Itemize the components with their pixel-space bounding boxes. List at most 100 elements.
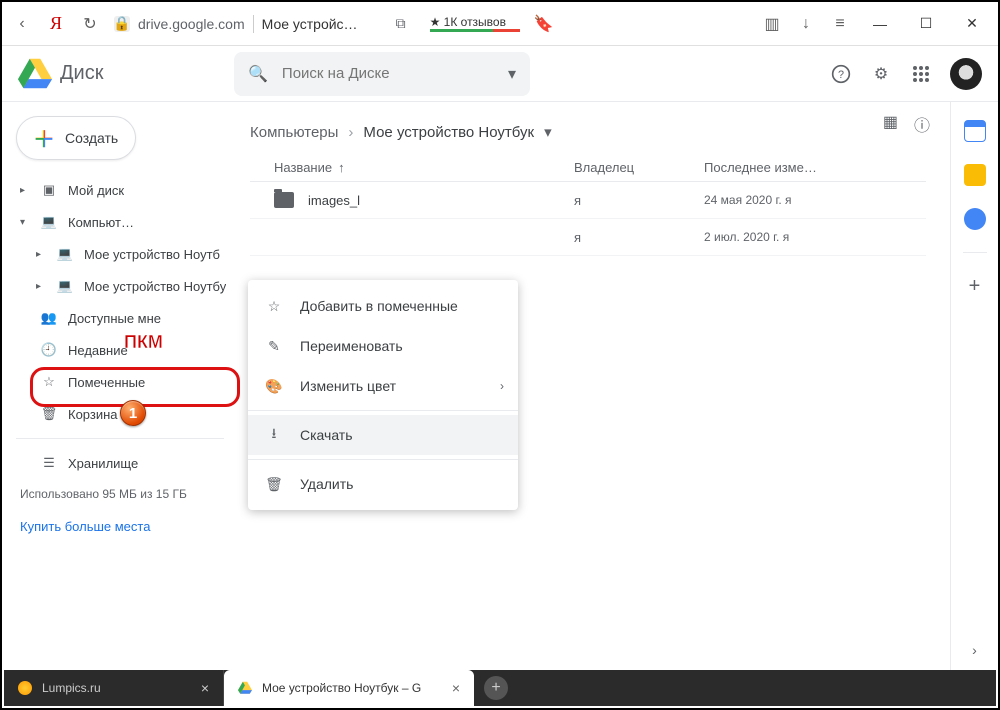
browser-tab-2[interactable]: Мое устройство Ноутбук – G × [224,670,474,706]
lock-icon: 🔒 [114,16,130,32]
row-name: images_l [308,193,574,208]
nav-starred[interactable]: ▸ ☆ Помеченные [2,366,238,398]
nav-shared[interactable]: ▸ 👥 Доступные мне [2,302,238,334]
downloads-icon[interactable]: ↓ [796,14,816,34]
create-button[interactable]: ＋ Создать [16,116,136,160]
back-icon[interactable]: ‹ [12,14,32,34]
new-tab-button[interactable]: + [484,676,508,700]
address-bar[interactable]: 🔒 drive.google.com Мое устройс… ⧉ [114,15,406,33]
folder-icon [274,192,294,208]
trash-icon: 🗑 [264,474,284,494]
laptop-icon: 💻 [56,277,74,295]
svg-text:?: ? [838,69,844,81]
drive-header: Диск 🔍 ▾ ? ⚙ [2,46,998,102]
shared-icon: 👥 [40,309,58,327]
extensions-icon[interactable]: ▥ [762,14,782,34]
window-minimize[interactable]: — [864,16,896,32]
row-owner: я [574,193,704,208]
browser-tab-bar: Lumpics.ru × Мое устройство Ноутбук – G … [4,670,996,706]
url-domain: drive.google.com [138,16,245,32]
breadcrumb-current[interactable]: Мое устройство Ноутбук [363,124,534,141]
create-label: Создать [65,130,118,146]
nav-storage[interactable]: ▸ ☰ Хранилище [2,447,238,479]
favicon-icon [18,681,32,695]
browser-toolbar: ‹ Я ↻ 🔒 drive.google.com Мое устройс… ⧉ … [2,2,998,46]
nav-my-drive[interactable]: ▸ ▣ Мой диск [2,174,238,206]
menu-download[interactable]: ⭳ Скачать [248,415,518,455]
help-icon[interactable]: ? [830,63,852,85]
search-options-icon[interactable]: ▾ [508,64,516,84]
storage-icon: ☰ [40,454,58,472]
drive-triangle-icon [18,57,52,91]
breadcrumb-dropdown-icon[interactable]: ▾ [544,123,552,141]
bookmark-icon[interactable]: 🔖 [534,14,554,34]
plus-icon: ＋ [33,122,55,154]
collapse-panel-icon[interactable]: › [972,642,977,658]
star-icon: ☆ [40,373,58,391]
column-name[interactable]: Название ↑ [274,160,574,175]
search-bar[interactable]: 🔍 ▾ [234,52,530,96]
close-tab-icon[interactable]: × [201,680,209,696]
menu-change-color[interactable]: 🎨 Изменить цвет › [248,366,518,406]
sidebar-divider [16,438,224,439]
computers-icon: 💻 [40,213,58,231]
annotation-pkm: ПКМ [124,332,163,353]
chevron-down-icon: ▾ [20,217,30,228]
nav-computers[interactable]: ▾ 💻 Компьют… [2,206,238,238]
storage-usage-text: Использовано 95 МБ из 15 ГБ [2,479,238,509]
palette-icon: 🎨 [264,376,284,396]
rating-bar [430,29,520,32]
pencil-icon: ✎ [264,336,284,356]
menu-icon[interactable]: ≡ [830,14,850,34]
nav-device-2[interactable]: ▸ 💻 Мое устройство Ноутбу [2,270,238,302]
column-modified[interactable]: Последнее изме… [704,160,926,175]
add-addon-icon[interactable]: + [969,275,981,298]
chevron-right-icon: › [348,124,353,141]
window-close[interactable]: ✕ [956,15,988,32]
clock-icon: 🕘 [40,341,58,359]
tasks-addon-icon[interactable] [964,208,986,230]
chevron-right-icon: ▸ [20,185,30,196]
tab-title: Lumpics.ru [42,681,101,695]
keep-addon-icon[interactable] [964,164,986,186]
search-icon: 🔍 [248,64,268,84]
annotation-badge-1: 1 [120,400,146,426]
sort-asc-icon: ↑ [338,160,345,175]
row-owner: я [574,230,704,245]
menu-add-starred[interactable]: ☆ Добавить в помеченные [248,286,518,326]
grid-view-icon[interactable]: ▦ [883,112,898,136]
account-avatar[interactable] [950,58,982,90]
chevron-right-icon: ▸ [36,249,46,260]
drive-logo[interactable]: Диск [18,57,218,91]
close-tab-icon[interactable]: × [452,680,460,696]
file-row[interactable]: images_l я 24 мая 2020 г. я [250,182,926,219]
reload-icon[interactable]: ↻ [80,14,100,34]
calendar-addon-icon[interactable] [964,120,986,142]
trash-icon: 🗑 [40,405,58,423]
file-row[interactable]: я 2 июл. 2020 г. я [250,219,926,256]
drive-brand-label: Диск [60,62,103,85]
laptop-icon: 💻 [56,245,74,263]
menu-rename[interactable]: ✎ Переименовать [248,326,518,366]
yandex-home-icon[interactable]: Я [46,14,66,34]
external-icon[interactable]: ⧉ [396,15,406,32]
right-side-panel: + › [950,102,998,672]
site-rating[interactable]: ★ 1К отзывов [430,15,520,32]
settings-gear-icon[interactable]: ⚙ [870,63,892,85]
nav-device-1[interactable]: ▸ 💻 Мое устройство Ноутб [2,238,238,270]
download-icon: ⭳ [264,425,284,445]
search-input[interactable] [282,65,494,82]
column-owner[interactable]: Владелец [574,160,704,175]
apps-grid-icon[interactable] [910,63,932,85]
buy-storage-link[interactable]: Купить больше места [2,509,238,544]
browser-tab-1[interactable]: Lumpics.ru × [4,670,224,706]
window-maximize[interactable]: ☐ [910,15,942,32]
info-icon[interactable]: ⓘ [914,112,930,136]
row-date: 2 июл. 2020 г. я [704,230,789,244]
menu-delete[interactable]: 🗑 Удалить [248,464,518,504]
column-headers: Название ↑ Владелец Последнее изме… [250,152,926,182]
nav-recent[interactable]: ▸ 🕘 Недавние [2,334,238,366]
tab-title: Мое устройство Ноутбук – G [262,681,421,695]
breadcrumb-level-1[interactable]: Компьютеры [250,124,338,141]
chevron-right-icon: › [500,379,504,393]
